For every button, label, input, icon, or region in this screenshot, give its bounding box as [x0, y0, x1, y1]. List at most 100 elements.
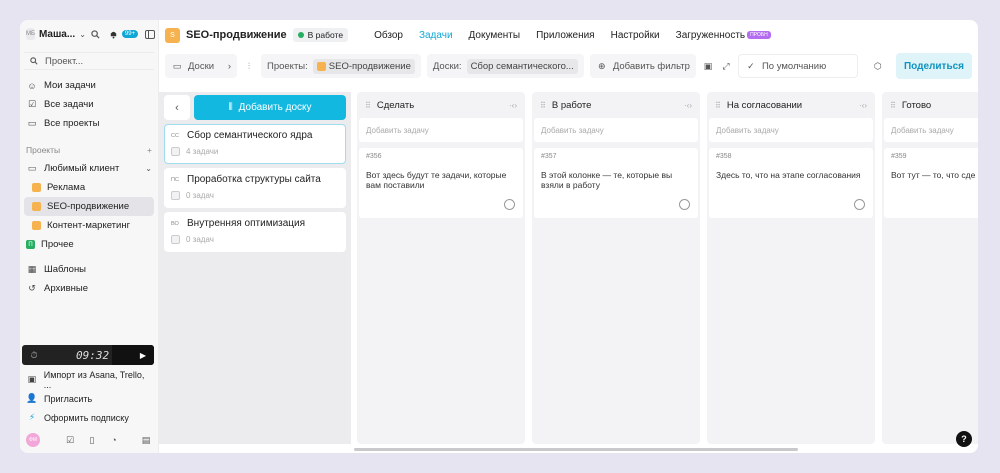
projects-heading: Проекты [26, 145, 61, 155]
drag-handle-icon[interactable]: ⠿ [890, 101, 896, 110]
tab-documents[interactable]: Документы [469, 30, 521, 41]
board-filter[interactable]: Доски: Сбор семантического... [426, 54, 584, 78]
task-card[interactable]: #359 Вот тут — то, что сде [884, 148, 978, 218]
nav-all-projects[interactable]: ▭ Все проекты [20, 114, 158, 133]
chevron-down-icon[interactable]: ⌄ [79, 30, 86, 39]
main-area: S SEO-продвижение В работе Обзор Задачи … [159, 20, 978, 453]
project-item-seo[interactable]: SEO-продвижение [24, 197, 154, 216]
nav-my-tasks[interactable]: ☺ Мои задачи [20, 76, 158, 95]
checkbox-icon[interactable]: ☑ [64, 434, 76, 446]
tasks-icon [171, 235, 180, 244]
pie-icon[interactable]: ◔ [108, 434, 120, 446]
play-icon[interactable]: ▶ [112, 345, 154, 365]
expand-icon[interactable]: ⤢ [720, 60, 732, 72]
nav-all-tasks[interactable]: ☑ Все задачи [20, 95, 158, 114]
filter-sliders-icon[interactable]: ⫶ [243, 60, 255, 72]
tab-label: Загруженность [675, 29, 746, 41]
more-icon[interactable]: ·‹› [859, 101, 867, 110]
tab-settings[interactable]: Настройки [611, 30, 660, 41]
sidebar-bottom: ▣ Импорт из Asana, Trello, ... 👤 Приглас… [20, 370, 158, 427]
add-project-button[interactable]: + [147, 145, 152, 155]
user-avatar[interactable]: МБ [26, 28, 35, 40]
projects-filter-value: SEO-продвижение [328, 60, 411, 72]
search-icon[interactable] [90, 28, 102, 40]
boards-view-button[interactable]: ▭ Доски › [165, 54, 237, 78]
toolbar: ▭ Доски › ⫶ Проекты: SEO-продвижение Дос… [159, 50, 978, 82]
chevron-right-icon: › [227, 60, 231, 72]
board-count: 0 задач [186, 235, 214, 244]
board-card[interactable]: ВО Внутренняя оптимизация 0 задач [164, 212, 346, 252]
app-window: МБ Маша... ⌄ 99+ Проект... ☺ Мои задачи … [20, 20, 978, 453]
board-title: Сбор семантического ядра [187, 130, 313, 141]
share-button[interactable]: Поделиться [895, 53, 972, 79]
tab-tasks[interactable]: Задачи [419, 30, 453, 41]
project-label: Прочее [41, 239, 74, 250]
board-card[interactable]: ПС Проработка структуры сайта 0 задач [164, 168, 346, 208]
chevron-left-icon[interactable]: ‹ [164, 95, 190, 120]
invite-label: Пригласить [44, 393, 93, 404]
add-task-input[interactable]: Добавить задачу [884, 118, 978, 142]
task-card[interactable]: #358 Здесь то, что на этапе согласования [709, 148, 873, 218]
board-tag: ВО [171, 220, 179, 227]
complete-checkbox[interactable] [679, 199, 690, 210]
tab-workload[interactable]: Загруженность ПРОБН [676, 30, 771, 41]
tab-apps[interactable]: Приложения [536, 30, 595, 41]
sort-select[interactable]: ✓ По умолчанию [737, 54, 858, 78]
nav-label: Все задачи [44, 99, 94, 110]
task-text: В этой колонке — те, которые вы взяли в … [541, 170, 673, 191]
tab-overview[interactable]: Обзор [374, 30, 403, 41]
drag-handle-icon[interactable]: ⠿ [365, 101, 371, 110]
document-icon[interactable]: ▯ [86, 434, 98, 446]
calculator-icon[interactable]: ▤ [140, 434, 152, 446]
task-text: Здесь то, что на этапе согласования [716, 170, 861, 180]
sidebar: МБ Маша... ⌄ 99+ Проект... ☺ Мои задачи … [20, 20, 159, 453]
invite-link[interactable]: 👤 Пригласить [20, 389, 158, 408]
horizontal-scrollbar[interactable] [354, 448, 798, 451]
timer-value: 09:32 [76, 348, 110, 362]
complete-checkbox[interactable] [504, 199, 515, 210]
add-task-input[interactable]: Добавить задачу [534, 118, 698, 142]
add-task-input[interactable]: Добавить задачу [709, 118, 873, 142]
time-tracker[interactable]: ⏱ 09:32 ▶ [22, 345, 154, 365]
sidebar-toggle-icon[interactable] [144, 28, 156, 40]
task-card[interactable]: #356 Вот здесь будут те задачи, которые … [359, 148, 523, 218]
status-label: В работе [307, 30, 344, 40]
chevron-down-icon[interactable]: ⌄ [145, 164, 152, 173]
add-board-button[interactable]: ⫴ Добавить доску [194, 95, 346, 120]
add-filter-button[interactable]: ⊕ Добавить фильтр [589, 54, 696, 78]
footer-avatar[interactable]: ФМ [26, 433, 40, 447]
more-icon[interactable]: ·‹› [509, 101, 517, 110]
import-link[interactable]: ▣ Импорт из Asana, Trello, ... [20, 370, 158, 390]
sidebar-footer: ФМ ☑ ▯ ◔ ▤ [20, 433, 158, 447]
kanban-column: ⠿ Сделать ·‹› Добавить задачу #356 Вот зде… [357, 92, 525, 444]
subscribe-link[interactable]: ⚡ Оформить подписку [20, 408, 158, 427]
project-search[interactable]: Проект... [24, 52, 154, 70]
add-filter-label: Добавить фильтр [612, 60, 690, 72]
kanban-column: ⠿Готово·‹› Добавить задачу #359 Вот тут … [882, 92, 978, 444]
project-filter[interactable]: Проекты: SEO-продвижение [261, 54, 421, 78]
nav-archive[interactable]: ↺ Архивные [20, 279, 158, 298]
notification-badge: 99+ [121, 30, 139, 38]
project-item-content[interactable]: Контент-маркетинг [20, 216, 158, 235]
task-card[interactable]: #357 В этой колонке — те, которые вы взя… [534, 148, 698, 218]
project-group-favorite-client[interactable]: ▭ Любимый клиент ⌄ [20, 159, 158, 178]
drag-handle-icon[interactable]: ⠿ [715, 101, 721, 110]
complete-checkbox[interactable] [854, 199, 865, 210]
smile-icon: ☺ [27, 80, 37, 91]
drag-handle-icon[interactable]: ⠿ [540, 101, 546, 110]
status-badge[interactable]: В работе [292, 28, 349, 42]
board-tag: СС [171, 132, 179, 139]
board-card[interactable]: СС Сбор семантического ядра 4 задачи [164, 124, 346, 164]
help-button[interactable]: ? [956, 431, 972, 447]
project-item-ads[interactable]: Реклама [20, 178, 158, 197]
task-id: #358 [716, 153, 732, 160]
user-name[interactable]: Маша... [39, 29, 75, 40]
more-icon[interactable]: ·‹› [684, 101, 692, 110]
column-title: Готово [901, 99, 932, 111]
save-icon[interactable]: ▣ [702, 60, 714, 72]
nav-templates[interactable]: ▦ Шаблоны [20, 260, 158, 279]
project-item-other[interactable]: П Прочее [20, 235, 158, 254]
bell-icon[interactable] [108, 28, 120, 40]
hexagon-icon[interactable]: ⬡ [872, 60, 884, 72]
add-task-input[interactable]: Добавить задачу [359, 118, 523, 142]
